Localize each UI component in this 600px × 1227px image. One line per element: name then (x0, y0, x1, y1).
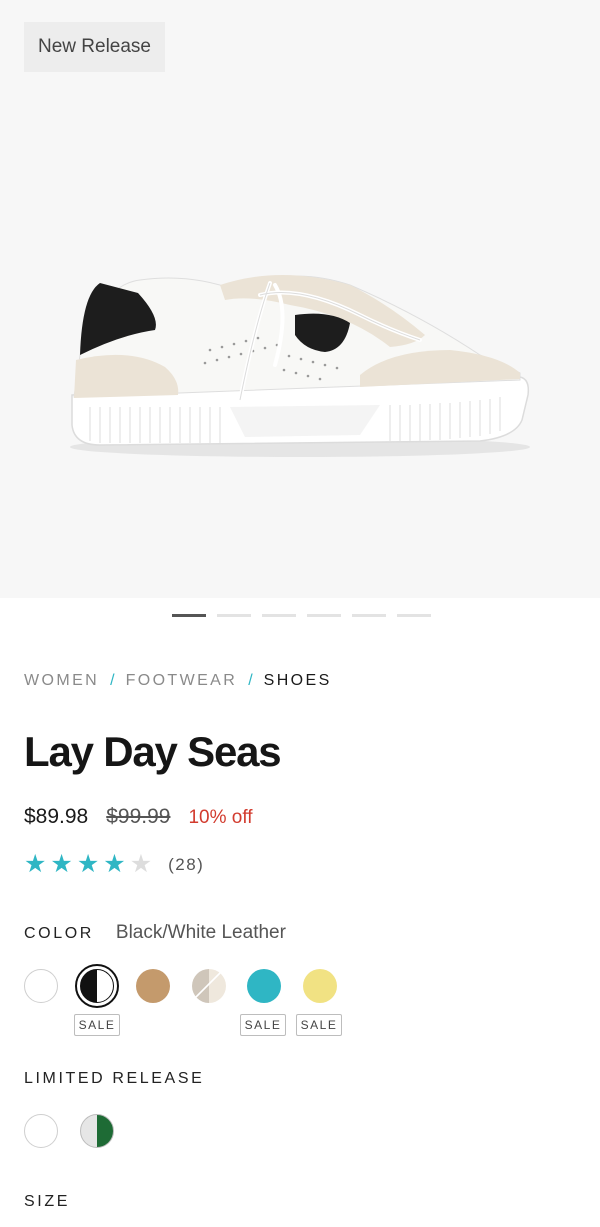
product-image-gallery[interactable]: New Release (0, 0, 600, 598)
breadcrumb-separator: / (110, 672, 115, 689)
breadcrumb-women[interactable]: WOMEN (24, 672, 99, 690)
selected-color-name: Black/White Leather (115, 922, 286, 943)
product-title: Lay Day Seas (24, 728, 282, 775)
original-price: $99.99 (106, 805, 171, 828)
breadcrumb-footwear[interactable]: FOOTWEAR (126, 672, 238, 690)
limited-swatch-white[interactable] (24, 1114, 58, 1148)
rating[interactable]: ★ ★ ★ ★ ★ (28) (24, 852, 204, 877)
carousel-dot[interactable] (172, 614, 206, 617)
color-label: COLOR (24, 925, 94, 942)
review-count[interactable]: (28) (168, 855, 204, 875)
star-icon: ★ (76, 850, 100, 878)
swatch-black-white[interactable] (80, 969, 114, 1003)
star-empty-icon: ★ (129, 850, 153, 878)
limited-swatch-white-green[interactable] (80, 1114, 114, 1148)
carousel-dot[interactable] (352, 614, 386, 617)
carousel-indicators (172, 614, 431, 617)
breadcrumb-separator: / (248, 672, 253, 689)
swatch-tan[interactable] (136, 969, 170, 1003)
swatch-yellow[interactable] (303, 969, 337, 1003)
breadcrumb-shoes[interactable]: SHOES (264, 672, 332, 690)
size-label: SIZE (24, 1193, 70, 1210)
color-header: COLOR Black/White Leather (24, 922, 286, 944)
price-block: $89.98 $99.99 10% off (24, 805, 253, 829)
star-icon: ★ (50, 850, 73, 878)
star-icon: ★ (24, 850, 47, 878)
unavailable-slash-icon (194, 971, 222, 999)
swatch-white[interactable] (24, 969, 58, 1003)
carousel-dot[interactable] (397, 614, 431, 617)
limited-release-label: LIMITED RELEASE (24, 1070, 205, 1087)
sale-tag: SALE (296, 1014, 342, 1036)
carousel-dot[interactable] (217, 614, 251, 617)
sale-tag: SALE (240, 1014, 286, 1036)
star-icon: ★ (103, 850, 126, 878)
carousel-dot[interactable] (262, 614, 296, 617)
sale-price: $89.98 (24, 805, 89, 828)
product-image[interactable] (60, 255, 540, 465)
swatch-teal[interactable] (247, 969, 281, 1003)
swatch-grey-cream[interactable] (192, 969, 226, 1003)
sale-tag: SALE (74, 1014, 120, 1036)
discount-label: 10% off (188, 807, 253, 828)
new-release-badge: New Release (24, 22, 165, 72)
breadcrumb: WOMEN / FOOTWEAR / SHOES (24, 672, 332, 690)
carousel-dot[interactable] (307, 614, 341, 617)
